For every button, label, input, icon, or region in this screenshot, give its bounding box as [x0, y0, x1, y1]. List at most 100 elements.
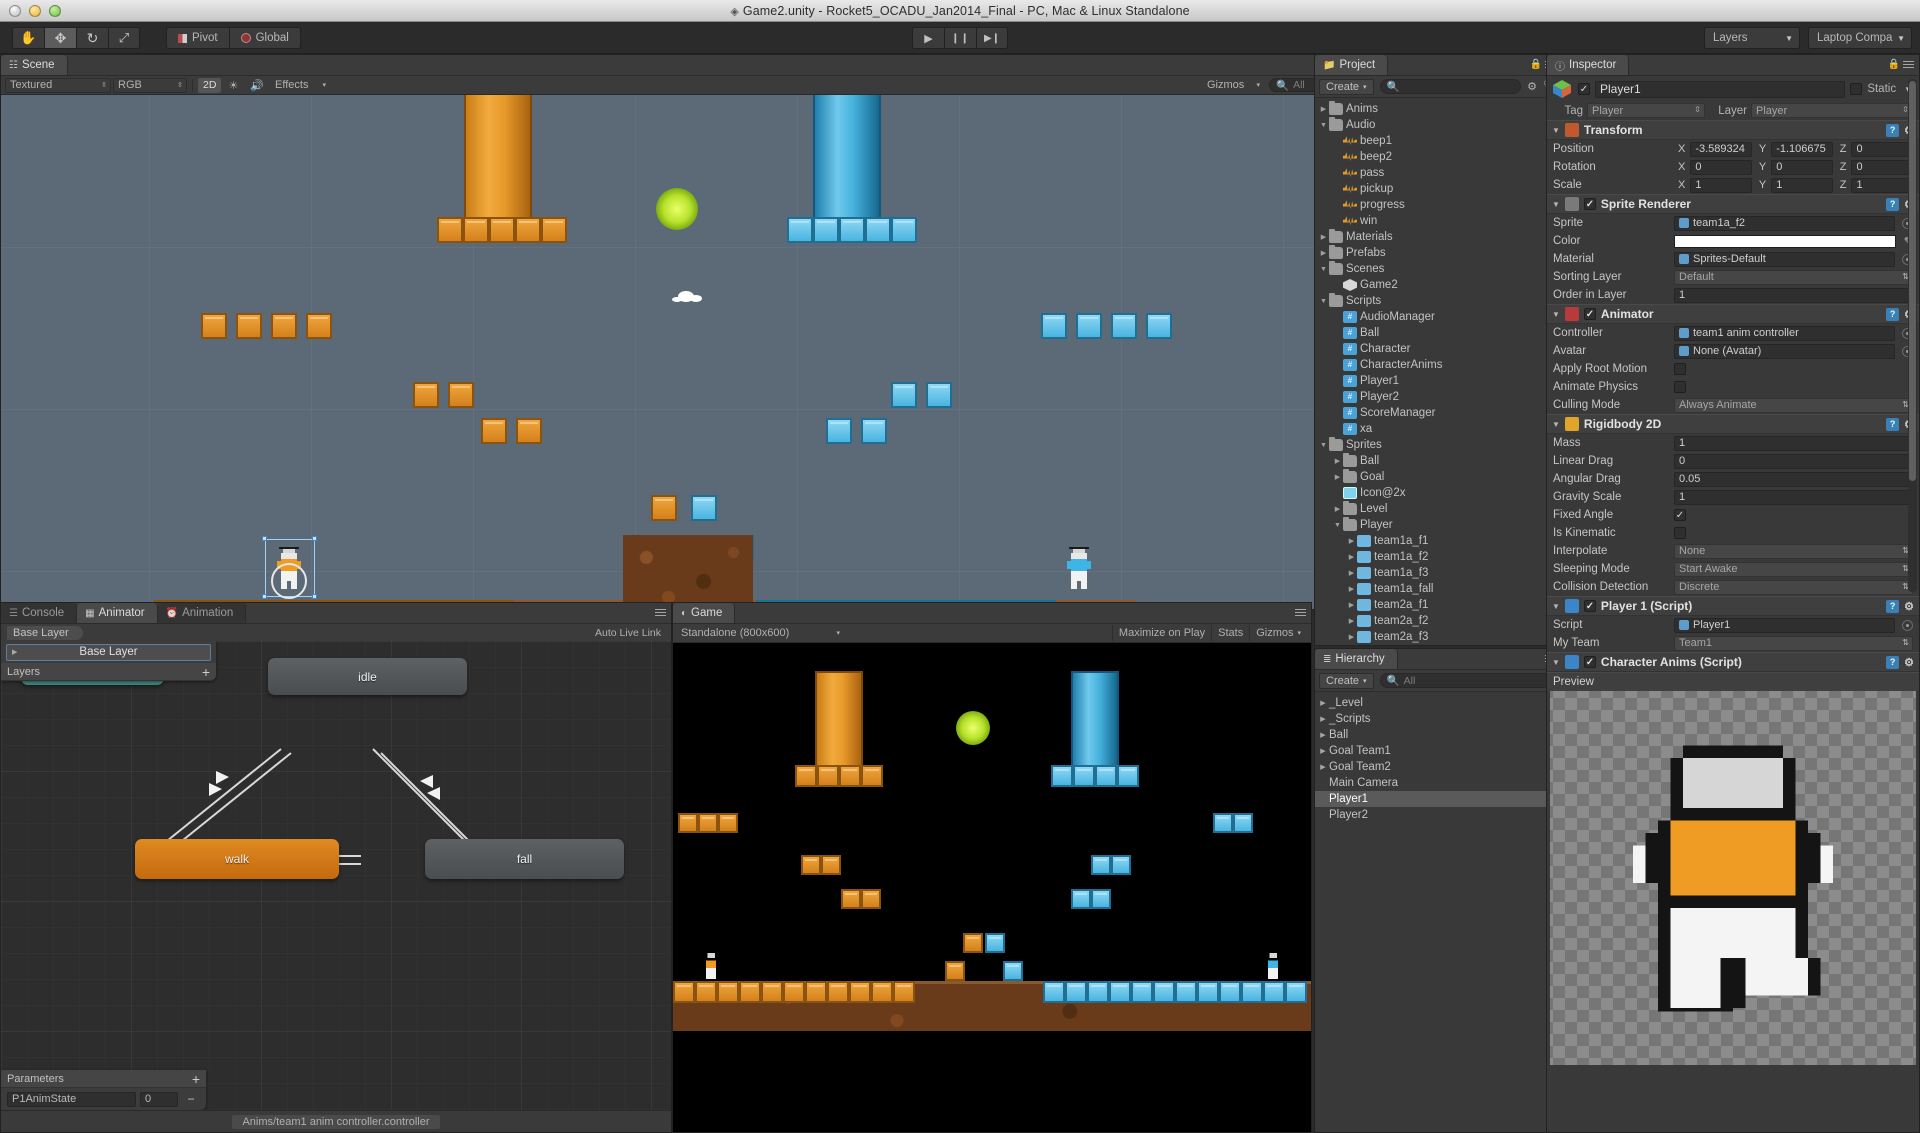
selection-handle[interactable] — [312, 594, 317, 599]
project-tree-row[interactable]: CharacterAnims — [1315, 357, 1561, 373]
move-tool-button[interactable]: ✥ — [44, 27, 76, 49]
layout-dropdown[interactable]: Laptop Compa ▼ — [1808, 27, 1912, 49]
component-header-player-1-script-[interactable]: ▼ ✓ Player 1 (Script)? ⚙ — [1547, 596, 1919, 616]
property-checkbox[interactable] — [1674, 363, 1686, 375]
aspect-ratio-dropdown[interactable]: Standalone (800x600) ▾ — [677, 626, 843, 641]
project-tree-row[interactable]: progress — [1315, 197, 1561, 213]
color-swatch[interactable] — [1674, 234, 1896, 248]
project-tree-row[interactable]: ▼ Scenes — [1315, 261, 1561, 277]
hierarchy-row--scripts[interactable]: ▶ _Scripts — [1315, 711, 1561, 727]
inspector-panel-menu[interactable]: 🔒 — [1888, 59, 1914, 70]
layers-dropdown[interactable]: Layers ▼ — [1704, 27, 1800, 49]
player2-sprite[interactable] — [1063, 547, 1095, 589]
chevron-right-icon[interactable]: ▶ — [1318, 233, 1329, 241]
property-checkbox[interactable] — [1674, 527, 1686, 539]
audio-toggle-button[interactable]: 🔊 — [245, 79, 269, 92]
project-tree-row[interactable]: pass — [1315, 165, 1561, 181]
2d-toggle-button[interactable]: 2D — [198, 77, 222, 93]
move-gizmo[interactable] — [271, 563, 307, 599]
object-picker-button[interactable] — [1902, 619, 1913, 631]
chevron-right-icon[interactable]: ▶ — [1346, 617, 1357, 625]
chevron-right-icon[interactable]: ▶ — [1346, 537, 1357, 545]
chevron-down-icon[interactable]: ▼ — [1552, 658, 1560, 667]
hierarchy-search-input[interactable]: 🔍 All — [1379, 673, 1557, 688]
chevron-right-icon[interactable]: ▶ — [1317, 747, 1329, 755]
animator-state-graph[interactable]: Any State idle walk fall ▶ Base Layer — [1, 641, 671, 1110]
help-icon[interactable]: ? — [1886, 417, 1900, 431]
chevron-down-icon[interactable]: ▼ — [1318, 298, 1329, 305]
project-create-button[interactable]: Create ▾ — [1319, 78, 1374, 95]
game-viewport[interactable] — [673, 643, 1311, 1132]
help-icon[interactable]: ? — [1886, 307, 1900, 321]
project-tree-row[interactable]: ▶ Level — [1315, 501, 1561, 517]
component-enabled-checkbox[interactable]: ✓ — [1583, 198, 1596, 210]
project-tree-row[interactable]: Ball — [1315, 325, 1561, 341]
chevron-right-icon[interactable]: ▶ — [1317, 731, 1329, 739]
dropdown-field[interactable]: Always Animate ⇅ — [1674, 397, 1913, 413]
project-tree-row[interactable]: Character — [1315, 341, 1561, 357]
chevron-right-icon[interactable]: ▶ — [1346, 601, 1357, 609]
hierarchy-row--level[interactable]: ▶ _Level — [1315, 695, 1561, 711]
project-asset-tree[interactable]: ▶ Anims ▼ Audio beep1 beep2 pass pickup progress… — [1315, 101, 1561, 645]
inspector-content[interactable]: ✓ Player1 Static ▼ Tag Player⇳ Layer Pla… — [1547, 77, 1919, 1132]
help-icon[interactable]: ? — [1886, 123, 1900, 137]
gizmos-dropdown[interactable]: Gizmos ▾ — [1203, 78, 1263, 93]
chevron-right-icon[interactable]: ▶ — [1317, 715, 1329, 723]
dropdown-field[interactable]: Default ⇅ — [1674, 269, 1913, 285]
object-name-input[interactable]: Player1 — [1595, 80, 1846, 98]
object-reference-field[interactable]: Sprites-Default — [1674, 251, 1895, 267]
object-reference-field[interactable]: Player1 — [1674, 617, 1895, 633]
object-reference-field[interactable]: None (Avatar) — [1674, 343, 1895, 359]
chevron-right-icon[interactable]: ▶ — [1346, 633, 1357, 641]
chevron-right-icon[interactable]: ▶ — [1346, 585, 1357, 593]
project-tree-row[interactable]: ▶ team2a_f1 — [1315, 597, 1561, 613]
tag-dropdown[interactable]: Player ⇳ — [1587, 103, 1705, 118]
project-tree-row[interactable]: ▶ team1a_f2 — [1315, 549, 1561, 565]
dropdown-field[interactable]: Start Awake ⇅ — [1674, 561, 1913, 577]
vector-field-x[interactable]: -3.589324 — [1690, 141, 1752, 157]
dropdown-field[interactable]: Team1 ⇅ — [1674, 635, 1913, 651]
hierarchy-row-player2[interactable]: Player2 — [1315, 807, 1561, 823]
tab-scene[interactable]: ☷ Scene — [1, 55, 68, 75]
dropdown-field[interactable]: Discrete ⇅ — [1674, 579, 1913, 595]
project-tree-row[interactable]: ▶ team1a_f3 — [1315, 565, 1561, 581]
text-field[interactable]: 1 — [1674, 287, 1913, 303]
component-header-character-anims-script-[interactable]: ▼ ✓ Character Anims (Script)? ⚙ — [1547, 652, 1919, 672]
project-tree-row[interactable]: beep2 — [1315, 149, 1561, 165]
hand-tool-button[interactable]: ✋ — [12, 27, 44, 49]
gear-icon[interactable]: ⚙ — [1904, 600, 1914, 613]
project-tree-row[interactable]: xa — [1315, 421, 1561, 437]
vector-field-x[interactable]: 0 — [1690, 159, 1752, 175]
chevron-down-icon[interactable]: ▼ — [1552, 200, 1560, 209]
project-tree-row[interactable]: ▼ Sprites — [1315, 437, 1561, 453]
chevron-down-icon[interactable]: ▼ — [1552, 126, 1560, 135]
hierarchy-create-button[interactable]: Create ▾ — [1319, 672, 1374, 689]
object-reference-field[interactable]: team1a_f2 — [1674, 215, 1895, 231]
lock-icon[interactable]: 🔒 — [1888, 59, 1900, 70]
chevron-down-icon[interactable]: ▼ — [1332, 522, 1343, 529]
project-tree-row[interactable]: ScoreManager — [1315, 405, 1561, 421]
tab-animator[interactable]: ▦ Animator — [77, 603, 158, 623]
filter-by-type-icon[interactable]: ⚙ — [1527, 80, 1537, 93]
project-tree-row[interactable]: AudioManager — [1315, 309, 1561, 325]
component-header-animator[interactable]: ▼✓Animator?⚙ — [1547, 304, 1919, 324]
chevron-down-icon[interactable]: ▼ — [1318, 266, 1329, 273]
tab-game[interactable]: ◐ Game — [673, 603, 736, 623]
stats-toggle[interactable]: Stats — [1211, 625, 1249, 641]
vector-field-z[interactable]: 1 — [1851, 177, 1914, 193]
parameter-name-input[interactable]: P1AnimState — [7, 1091, 136, 1107]
add-layer-button[interactable]: + — [202, 664, 210, 680]
maximize-on-play-toggle[interactable]: Maximize on Play — [1111, 625, 1211, 641]
chevron-right-icon[interactable]: ▶ — [1346, 553, 1357, 561]
parameter-value-input[interactable]: 0 — [140, 1091, 178, 1107]
hierarchy-row-goal-team1[interactable]: ▶ Goal Team1 — [1315, 743, 1561, 759]
vector-field-y[interactable]: -1.106675 — [1771, 141, 1833, 157]
project-tree-row[interactable]: pickup — [1315, 181, 1561, 197]
effects-dropdown[interactable]: Effects ▾ — [271, 78, 329, 93]
property-checkbox[interactable] — [1674, 381, 1686, 393]
state-node-walk[interactable]: walk — [135, 839, 339, 879]
project-tree-row[interactable]: Player2 — [1315, 389, 1561, 405]
tab-animation[interactable]: ⏰ Animation — [157, 603, 247, 623]
chevron-right-icon[interactable]: ▶ — [1346, 569, 1357, 577]
chevron-right-icon[interactable]: ▶ — [1318, 105, 1329, 113]
